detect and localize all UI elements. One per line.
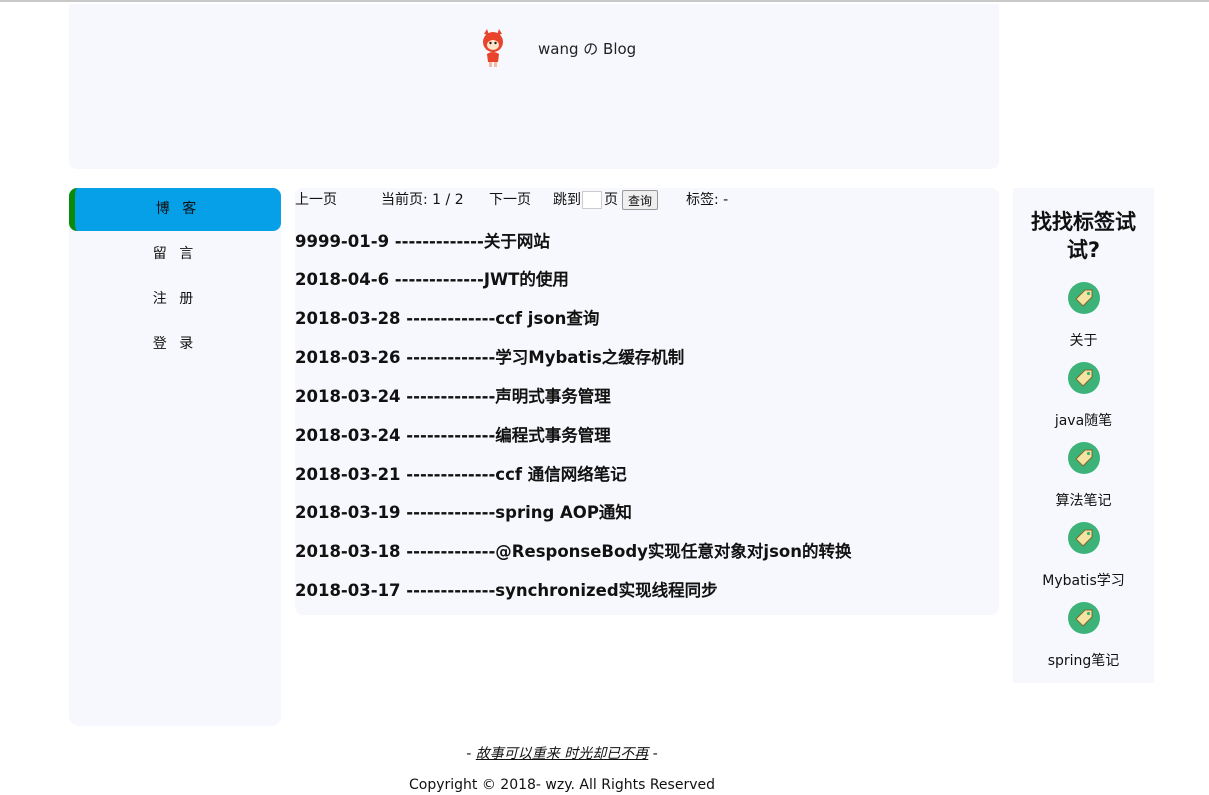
post-link[interactable]: 2018-03-17 -------------synchronized实现线程… <box>295 577 718 601</box>
tag-link[interactable]: java随笔 <box>1013 410 1154 430</box>
post-link[interactable]: 2018-03-19 -------------spring AOP通知 <box>295 499 632 523</box>
tag-link[interactable]: 关于 <box>1013 330 1154 350</box>
tag-icon <box>1068 442 1100 474</box>
fox-mascot-logo <box>483 29 503 67</box>
tag-icon <box>1068 522 1100 554</box>
nav-item-blog[interactable]: 博 客 <box>69 188 281 231</box>
site-title: wang の Blog <box>538 40 637 58</box>
tags-panel: 找找标签试试? 关于 java随笔 算法笔记 Mybatis学习 spring笔… <box>1013 188 1154 683</box>
tag-link[interactable]: 算法笔记 <box>1013 490 1154 510</box>
post-link[interactable]: 2018-04-6 -------------JWT的使用 <box>295 266 569 290</box>
post-link[interactable]: 2018-03-24 -------------声明式事务管理 <box>295 383 611 407</box>
nav-item-register[interactable]: 注 册 <box>69 278 281 321</box>
query-button[interactable]: 查询 <box>622 190 659 210</box>
current-page-indicator: 当前页: 1 / 2 <box>381 192 464 208</box>
post-link[interactable]: 2018-03-28 -------------ccf json查询 <box>295 305 599 329</box>
footer-copyright: Copyright © 2018- wzy. All Rights Reserv… <box>408 777 715 793</box>
page-number-input[interactable] <box>582 191 602 209</box>
post-link[interactable]: 2018-03-26 -------------学习Mybatis之缓存机制 <box>295 344 684 368</box>
nav-item-login[interactable]: 登 录 <box>69 323 281 366</box>
post-list-panel: 上一页 当前页: 1 / 2 下一页 跳到 页 查询 标签: - 9999-01… <box>295 188 999 615</box>
tag-link[interactable]: Mybatis学习 <box>1013 570 1154 590</box>
tags-panel-title: 找找标签试试? <box>1031 210 1136 262</box>
post-link[interactable]: 2018-03-24 -------------编程式事务管理 <box>295 422 611 446</box>
post-link[interactable]: 2018-03-21 -------------ccf 通信网络笔记 <box>295 461 627 485</box>
motto-prefix: - <box>466 746 476 762</box>
tag-icon <box>1068 282 1100 314</box>
sidebar-nav: 博 客 留 言 注 册 登 录 <box>69 188 281 726</box>
post-link[interactable]: 2018-03-18 -------------@ResponseBody实现任… <box>295 538 851 562</box>
post-link[interactable]: 9999-01-9 -------------关于网站 <box>295 228 550 252</box>
motto-link[interactable]: 故事可以重来 时光却已不再 <box>476 746 648 762</box>
site-header: wang の Blog <box>69 4 999 169</box>
prev-page-link[interactable]: 上一页 <box>295 189 337 209</box>
current-tag-label: 标签: - <box>686 192 729 208</box>
nav-item-message[interactable]: 留 言 <box>69 233 281 276</box>
footer-motto: - 故事可以重来 时光却已不再 - <box>0 743 1124 763</box>
page-unit-label: 页 <box>604 192 618 208</box>
tag-icon <box>1068 602 1100 634</box>
tag-icon <box>1068 362 1100 394</box>
jump-to-label: 跳到 <box>553 192 581 208</box>
motto-suffix: - <box>648 746 658 762</box>
tag-link[interactable]: spring笔记 <box>1013 650 1154 670</box>
next-page-link[interactable]: 下一页 <box>489 189 531 209</box>
